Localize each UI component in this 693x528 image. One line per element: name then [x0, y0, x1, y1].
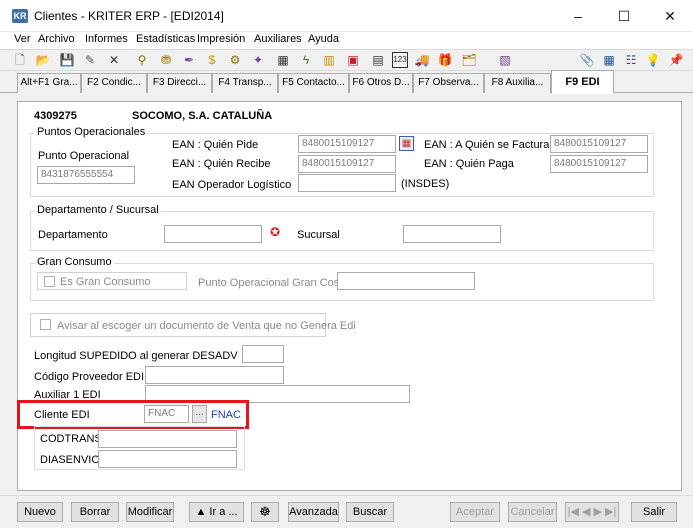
- dollar-icon[interactable]: $: [204, 52, 220, 68]
- lightning-icon[interactable]: ϟ: [298, 52, 314, 68]
- client-code: 4309275: [34, 110, 77, 122]
- borrar-button[interactable]: Borrar: [71, 502, 119, 522]
- menu-estadisticas[interactable]: Estadísticas: [136, 33, 195, 45]
- highlight-box: [17, 400, 249, 429]
- nuevo-button[interactable]: Nuevo: [17, 502, 63, 522]
- tab-condiciones[interactable]: F2 Condic...: [81, 73, 147, 93]
- pen-icon[interactable]: ✒: [181, 52, 197, 68]
- paperclip-icon[interactable]: 📎: [579, 52, 595, 68]
- blank-page-icon[interactable]: 🗋: [12, 52, 28, 68]
- window-title: Clientes - KRITER ERP - [EDI2014]: [34, 9, 224, 23]
- insdes-label: (INSDES): [401, 178, 450, 190]
- salir-button[interactable]: Salir: [631, 502, 677, 522]
- ean-recibe-label: EAN : Quién Recibe: [172, 158, 271, 170]
- ean-logistico-field[interactable]: [298, 174, 396, 192]
- coin-icon[interactable]: ⚙: [227, 52, 243, 68]
- calculator-icon[interactable]: ▦: [275, 52, 291, 68]
- gran-consumo-check-label: Es Gran Consumo: [60, 276, 151, 288]
- menu-informes[interactable]: Informes: [85, 33, 128, 45]
- gran-consumo-checkbox[interactable]: [44, 276, 55, 287]
- menu-impresion[interactable]: Impresión: [197, 33, 245, 45]
- ir-a-button[interactable]: ▲ Ir a ...: [189, 502, 244, 522]
- tab-graficos[interactable]: Alt+F1 Gra...: [17, 73, 81, 93]
- calendar-icon[interactable]: ▦: [399, 136, 414, 151]
- ean-recibe-field[interactable]: 8480015109127: [298, 155, 396, 173]
- ean-paga-field[interactable]: 8480015109127: [550, 155, 648, 173]
- codigo-proveedor-field[interactable]: [145, 366, 284, 384]
- gran-consumo-legend: Gran Consumo: [35, 256, 114, 268]
- tab-edi[interactable]: F9 EDI: [551, 70, 614, 94]
- truck-icon[interactable]: 🚚: [414, 52, 430, 68]
- grid-icon[interactable]: ▤: [370, 52, 386, 68]
- modificar-button[interactable]: Modificar: [126, 502, 174, 522]
- tab-observaciones[interactable]: F7 Observa...: [413, 73, 484, 93]
- puntos-legend: Puntos Operacionales: [35, 126, 148, 138]
- bar-chart-icon[interactable]: ▥: [321, 52, 337, 68]
- avisar-label: Avisar al escoger un documento de Venta …: [57, 320, 356, 332]
- codtrans-field[interactable]: [98, 430, 237, 448]
- tray-icon[interactable]: 🗂: [461, 52, 477, 68]
- sucursal-label: Sucursal: [297, 229, 340, 241]
- gift-icon[interactable]: 🎁: [437, 52, 453, 68]
- tab-auxiliares[interactable]: F8 Auxilia...: [484, 73, 551, 93]
- menu-auxiliares[interactable]: Auxiliares: [254, 33, 302, 45]
- punto-operacional-field[interactable]: 8431876555554: [37, 166, 135, 184]
- pin-icon[interactable]: 📌: [668, 52, 684, 68]
- codigo-proveedor-label: Código Proveedor EDI: [34, 371, 145, 383]
- departamento-field[interactable]: [164, 225, 262, 243]
- save-icon[interactable]: 💾: [59, 52, 75, 68]
- avanzada-button[interactable]: Avanzada: [288, 502, 339, 522]
- diasenvio-label: DIASENVIO: [40, 454, 100, 466]
- sucursal-field[interactable]: [403, 225, 501, 243]
- filter-icon[interactable]: ⛃: [158, 52, 174, 68]
- menu-ayuda[interactable]: Ayuda: [308, 33, 339, 45]
- number-icon[interactable]: 123: [392, 52, 408, 68]
- departamento-legend: Departamento / Sucursal: [35, 204, 161, 216]
- departamento-group: [30, 211, 654, 251]
- tab-transportes[interactable]: F4 Transp...: [212, 73, 278, 93]
- minimize-button[interactable]: –: [555, 0, 601, 32]
- ean-factura-field[interactable]: 8480015109127: [550, 135, 648, 153]
- diasenvio-field[interactable]: [98, 450, 237, 468]
- buscar-button[interactable]: Buscar: [346, 502, 394, 522]
- longitud-label: Longitud SUPEDIDO al generar DESADV: [34, 350, 238, 362]
- bullets-icon[interactable]: ☷: [623, 52, 639, 68]
- record-nav-buttons[interactable]: |◀ ◀ ▶ ▶|: [565, 502, 619, 522]
- codtrans-label: CODTRANS: [40, 433, 102, 445]
- lookup-icon[interactable]: ✪: [268, 225, 282, 239]
- avisar-checkbox[interactable]: [40, 319, 51, 330]
- punto-operacional-label: Punto Operacional: [38, 150, 130, 162]
- client-name: SOCOMO, S.A. CATALUÑA: [132, 110, 273, 122]
- ean-paga-label: EAN : Quién Paga: [424, 158, 514, 170]
- ean-factura-label: EAN : A Quién se Factura: [424, 139, 550, 151]
- cancelar-button[interactable]: Cancelar: [508, 502, 557, 522]
- tree-icon[interactable]: ⚲: [134, 52, 150, 68]
- tab-contactos[interactable]: F5 Contacto...: [278, 73, 349, 93]
- departamento-label: Departamento: [38, 229, 108, 241]
- delete-icon[interactable]: ✕: [106, 52, 122, 68]
- wand-icon[interactable]: ✦: [250, 52, 266, 68]
- fingerprint-icon[interactable]: ☸: [251, 502, 279, 522]
- app-logo-icon: KR: [12, 9, 28, 23]
- bulb-icon[interactable]: 💡: [645, 52, 661, 68]
- camera-icon[interactable]: ▣: [345, 52, 361, 68]
- edit-icon[interactable]: ✎: [82, 52, 98, 68]
- longitud-field[interactable]: [242, 345, 284, 363]
- menu-archivo[interactable]: Archivo: [38, 33, 75, 45]
- punto-gran-consumo-field[interactable]: [337, 272, 475, 290]
- aceptar-button[interactable]: Aceptar: [450, 502, 500, 522]
- ean-pide-label: EAN : Quién Pide: [172, 139, 259, 151]
- tab-otros-datos[interactable]: F6 Otros D...: [349, 73, 413, 93]
- book-icon[interactable]: ▧: [497, 52, 513, 68]
- ean-pide-field[interactable]: 8480015109127: [298, 135, 396, 153]
- menu-ver[interactable]: Ver: [14, 33, 31, 45]
- tab-direcciones[interactable]: F3 Direcci...: [147, 73, 212, 93]
- ean-logistico-label: EAN Operador Logístico: [172, 179, 292, 191]
- keyboard-icon[interactable]: ▦: [601, 52, 617, 68]
- open-folder-icon[interactable]: 📂: [35, 52, 51, 68]
- close-button[interactable]: ✕: [647, 0, 693, 32]
- maximize-button[interactable]: ☐: [601, 0, 647, 32]
